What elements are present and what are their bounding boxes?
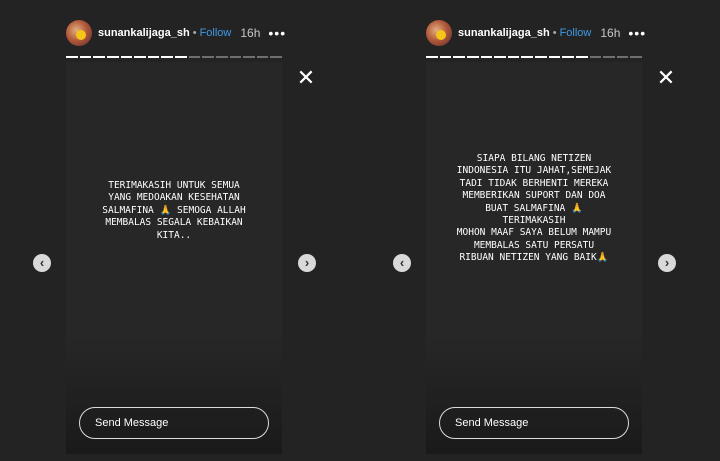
progress-segment	[453, 56, 465, 58]
avatar[interactable]	[426, 20, 452, 46]
progress-segment	[175, 56, 187, 58]
story-viewer-right: sunankalijaga_sh • Follow 16h ••• ✕ ‹ › …	[360, 0, 720, 461]
progress-segment	[562, 56, 574, 58]
close-icon[interactable]: ✕	[656, 66, 676, 90]
progress-segment	[507, 56, 520, 58]
progress-segment	[79, 56, 92, 58]
follow-button[interactable]: Follow	[200, 27, 232, 39]
progress-segment	[575, 56, 588, 58]
progress-segment	[494, 56, 506, 58]
progress-segment	[106, 56, 119, 58]
progress-segment	[589, 56, 602, 58]
story-progress-bar	[426, 56, 642, 58]
progress-segment	[466, 56, 479, 58]
progress-segment	[161, 56, 173, 58]
story-caption: TERIMAKASIH UNTUK SEMUA YANG MEDOAKAN KE…	[102, 180, 246, 241]
story-viewer-left: sunankalijaga_sh • Follow 16h ••• ✕ ‹ › …	[0, 0, 360, 461]
chevron-left-icon[interactable]: ‹	[393, 254, 411, 272]
progress-segment	[66, 56, 78, 58]
progress-segment	[215, 56, 228, 58]
progress-segment	[270, 56, 282, 58]
story-caption: SIAPA BILANG NETIZEN INDONESIA ITU JAHAT…	[456, 153, 612, 264]
timestamp: 16h	[600, 26, 621, 40]
separator-dot: •	[192, 27, 197, 39]
separator-dot: •	[552, 27, 557, 39]
progress-segment	[120, 56, 133, 58]
send-message-input[interactable]	[79, 407, 269, 439]
story-progress-bar	[66, 56, 282, 58]
avatar[interactable]	[66, 20, 92, 46]
story-header: sunankalijaga_sh • Follow 16h •••	[66, 20, 286, 46]
progress-segment	[93, 56, 105, 58]
story-header: sunankalijaga_sh • Follow 16h •••	[426, 20, 646, 46]
progress-segment	[603, 56, 615, 58]
progress-segment	[480, 56, 493, 58]
chevron-right-icon[interactable]: ›	[658, 254, 676, 272]
progress-segment	[229, 56, 242, 58]
close-icon[interactable]: ✕	[296, 66, 316, 90]
story-frame	[66, 62, 282, 454]
progress-segment	[243, 56, 255, 58]
timestamp: 16h	[240, 26, 261, 40]
more-icon[interactable]: •••	[268, 25, 286, 41]
progress-segment	[147, 56, 160, 58]
progress-segment	[630, 56, 642, 58]
progress-segment	[535, 56, 547, 58]
progress-segment	[134, 56, 146, 58]
progress-segment	[616, 56, 629, 58]
progress-segment	[426, 56, 438, 58]
username[interactable]: sunankalijaga_sh	[98, 27, 190, 39]
chevron-right-icon[interactable]: ›	[298, 254, 316, 272]
follow-button[interactable]: Follow	[560, 27, 592, 39]
progress-segment	[548, 56, 561, 58]
username[interactable]: sunankalijaga_sh	[458, 27, 550, 39]
more-icon[interactable]: •••	[628, 25, 646, 41]
chevron-left-icon[interactable]: ‹	[33, 254, 51, 272]
progress-segment	[521, 56, 533, 58]
progress-segment	[439, 56, 452, 58]
progress-segment	[188, 56, 201, 58]
progress-segment	[256, 56, 269, 58]
progress-segment	[202, 56, 214, 58]
send-message-input[interactable]	[439, 407, 629, 439]
